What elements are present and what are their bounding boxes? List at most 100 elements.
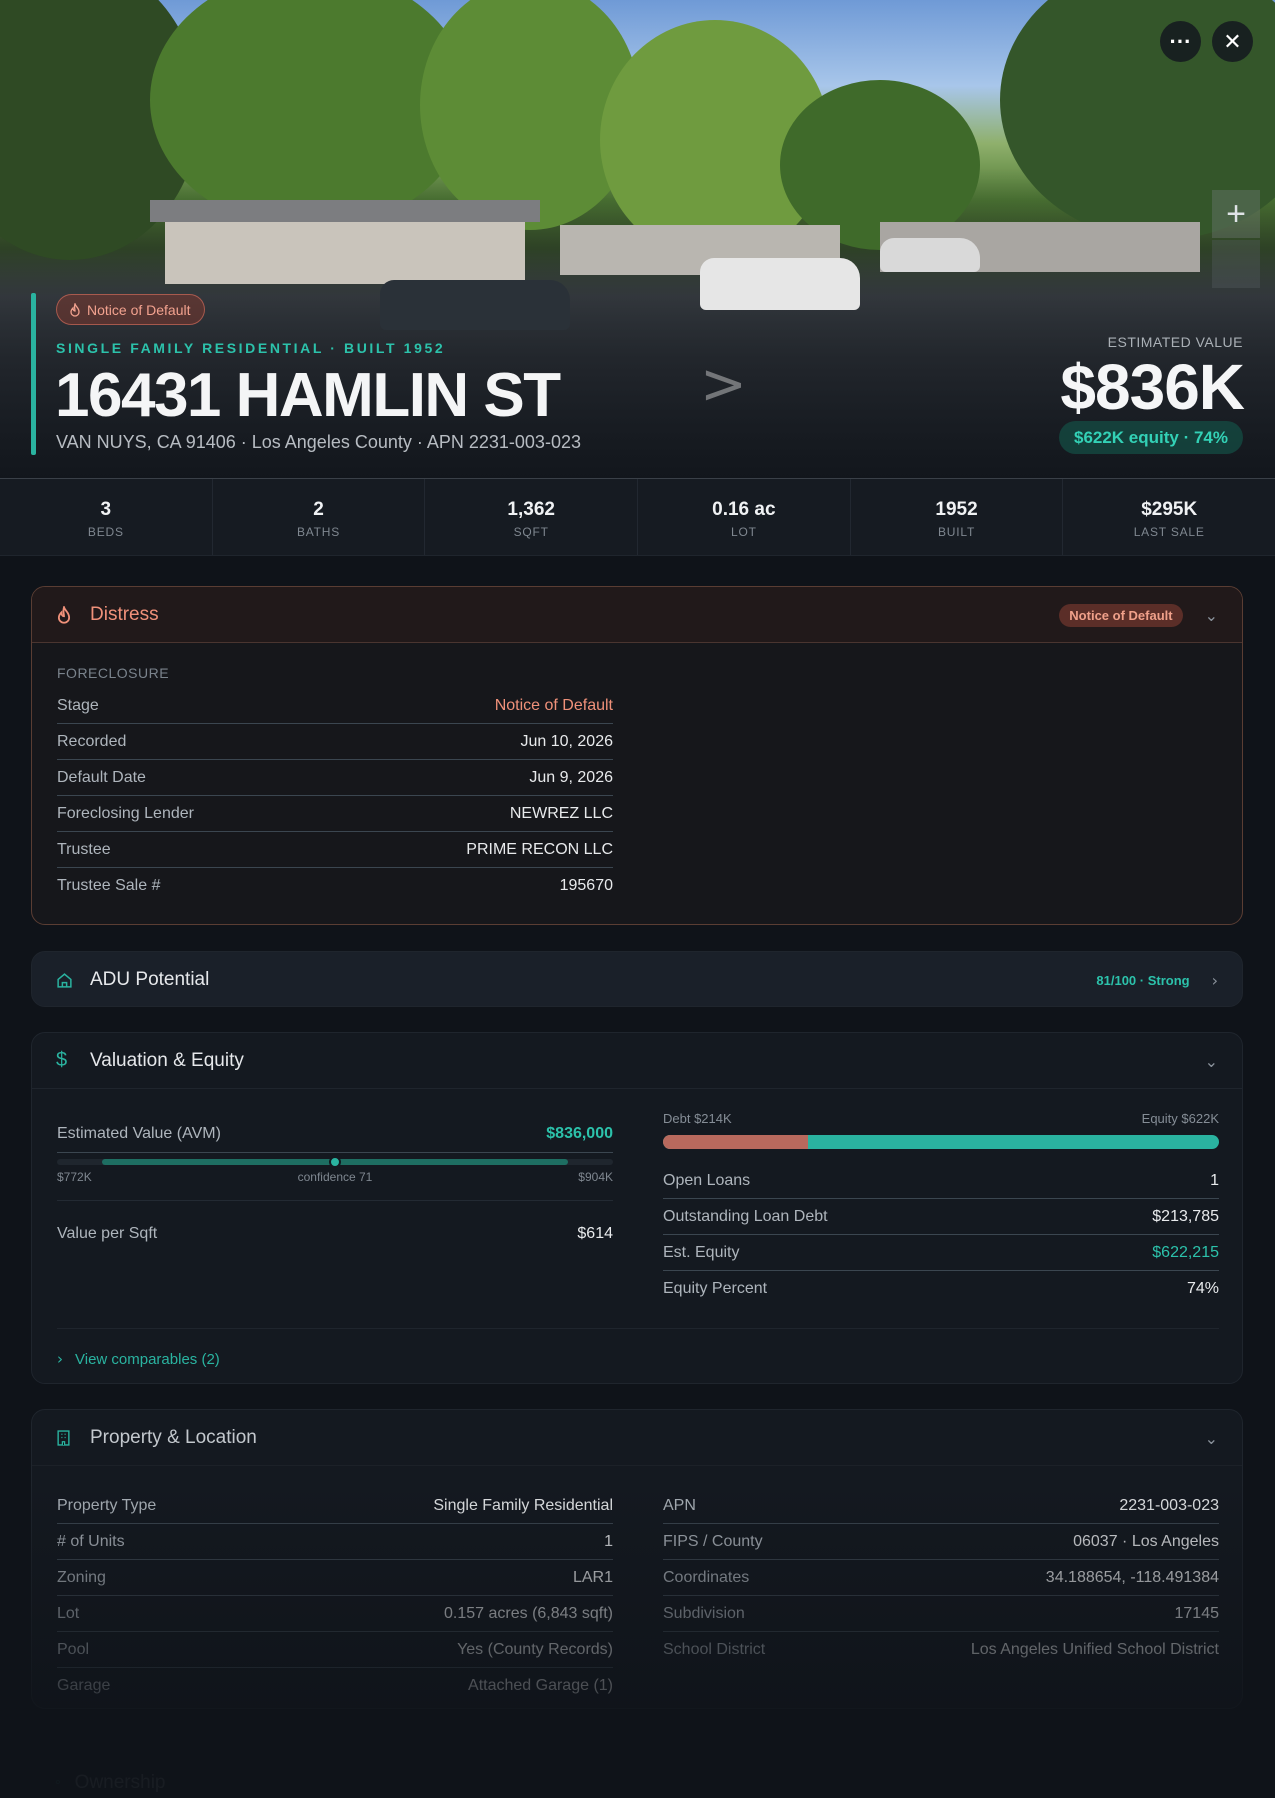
- close-button[interactable]: ✕: [1212, 21, 1253, 62]
- debt-fill: [663, 1135, 808, 1149]
- detail-row-default-date: Default Date Jun 9, 2026: [57, 760, 613, 796]
- adu-potential-card[interactable]: ADU Potential 81/100 · Strong ›: [31, 951, 1243, 1007]
- zoom-out-button[interactable]: [1212, 240, 1260, 288]
- distress-card: Distress Notice of Default ⌄ FORECLOSURE…: [31, 586, 1243, 925]
- building-icon: [56, 1429, 76, 1447]
- stat-value: 2: [313, 499, 324, 520]
- stat-value: $295K: [1141, 499, 1198, 520]
- adu-title: ADU Potential: [90, 969, 210, 990]
- avm-confidence-marker: [329, 1156, 341, 1168]
- row-key: Property Type: [57, 1496, 157, 1514]
- row-key: Stage: [57, 696, 99, 714]
- value-per-sqft-row: Value per Sqft $614: [57, 1216, 613, 1252]
- row-key: Trustee: [57, 840, 111, 858]
- prop-row-school-district: School District Los Angeles Unified Schoo…: [663, 1632, 1219, 1668]
- row-key: FIPS / County: [663, 1532, 763, 1550]
- stat-baths: 2 BATHS: [213, 479, 426, 555]
- row-key: Equity Percent: [663, 1280, 768, 1297]
- row-value: LAR1: [572, 1568, 613, 1586]
- chevron-down-icon[interactable]: ⌄: [1205, 1429, 1218, 1448]
- row-key: Pool: [57, 1640, 90, 1658]
- range-high: $904K: [578, 1170, 613, 1184]
- zoom-in-button[interactable]: +: [1212, 190, 1260, 238]
- streetview-forward-arrow-icon[interactable]: >: [700, 352, 747, 417]
- stat-built: 1952 BUILT: [851, 479, 1064, 555]
- row-value: 1: [604, 1532, 613, 1550]
- row-value: Notice of Default: [494, 696, 613, 714]
- detail-row-lender: Foreclosing Lender NEWREZ LLC: [57, 796, 613, 832]
- row-key: Trustee Sale #: [57, 877, 161, 894]
- distress-header[interactable]: Distress Notice of Default ⌄: [32, 587, 1242, 643]
- foreclosure-section-label: FORECLOSURE: [57, 665, 170, 681]
- row-value: Single Family Residential: [433, 1496, 613, 1514]
- prop-row-pool: Pool Yes (County Records): [57, 1632, 613, 1668]
- hero-streetview[interactable]: ··· ✕ + > Notice of Default SINGLE FAMIL…: [0, 0, 1275, 479]
- property-location-card: Property & Location ⌄ Property Type Singl…: [31, 1409, 1243, 1709]
- valuation-header[interactable]: $ Valuation & Equity ⌄: [32, 1033, 1242, 1089]
- home-icon: [56, 972, 76, 989]
- prop-row-apn: APN 2231-003-023: [663, 1488, 1219, 1524]
- chevron-down-icon[interactable]: ⌄: [1205, 606, 1218, 625]
- detail-row-stage: Stage Notice of Default: [57, 688, 613, 724]
- row-key: School District: [663, 1641, 766, 1658]
- stat-value: 1952: [935, 499, 978, 520]
- stat-beds: 3 BEDS: [0, 479, 213, 555]
- badge-label: Notice of Default: [87, 301, 191, 318]
- equity-label: Equity $622K: [1141, 1111, 1219, 1126]
- distress-title: Distress: [90, 603, 159, 625]
- avm-range-labels: $772K confidence 71 $904K: [57, 1170, 613, 1188]
- stat-label: LAST SALE: [1133, 525, 1205, 539]
- stat-label: BEDS: [87, 525, 124, 539]
- debt-equity-labels: Debt $214K Equity $622K: [663, 1111, 1219, 1129]
- row-value: 74%: [1186, 1280, 1219, 1297]
- stat-value: 1,362: [507, 499, 555, 520]
- stat-label: SQFT: [513, 525, 549, 539]
- row-key: # of Units: [57, 1532, 125, 1550]
- row-key: APN: [663, 1496, 696, 1514]
- row-value: Los Angeles Unified School District: [970, 1641, 1219, 1658]
- confidence-label: confidence 71: [297, 1170, 373, 1184]
- valuation-title: Valuation & Equity: [90, 1049, 244, 1071]
- row-value: 195670: [559, 877, 613, 894]
- equity-badge: $622K equity · 74%: [1058, 421, 1243, 454]
- row-key: Foreclosing Lender: [57, 804, 194, 822]
- prop-row-units: # of Units 1: [57, 1524, 613, 1560]
- ownership-title: Ownership: [74, 1772, 166, 1793]
- row-value: 17145: [1174, 1604, 1220, 1622]
- more-options-button[interactable]: ···: [1160, 21, 1201, 62]
- stat-label: LOT: [730, 525, 757, 539]
- prop-row-zoning: Zoning LAR1: [57, 1560, 613, 1596]
- row-value: Jun 9, 2026: [529, 768, 613, 786]
- property-type-line: SINGLE FAMILY RESIDENTIAL · BUILT 1952: [56, 340, 446, 356]
- detail-row-recorded: Recorded Jun 10, 2026: [57, 724, 613, 760]
- estimated-value-label: ESTIMATED VALUE: [1107, 334, 1243, 350]
- notice-of-default-badge: Notice of Default: [56, 294, 205, 325]
- hero-accent-bar: [31, 293, 36, 455]
- stat-value: 0.16 ac: [712, 499, 776, 520]
- foreclosure-details: Stage Notice of Default Recorded Jun 10, 2…: [57, 688, 613, 904]
- row-value: 06037 · Los Angeles: [1073, 1532, 1219, 1550]
- property-details-right: APN 2231-003-023 FIPS / County 06037 · Los…: [663, 1488, 1219, 1668]
- ownership-section-header[interactable]: ◦ Ownership: [31, 1755, 1243, 1798]
- flame-icon: [70, 302, 80, 317]
- row-key: Est. Equity: [663, 1243, 740, 1261]
- chevron-right-icon: ›: [57, 1350, 63, 1368]
- debt-equity-bar: [663, 1135, 1219, 1149]
- row-value: 2231-003-023: [1119, 1496, 1219, 1514]
- view-comparables-link[interactable]: › View comparables (2): [57, 1350, 220, 1368]
- stat-label: BUILT: [937, 525, 976, 539]
- row-value: PRIME RECON LLC: [466, 840, 613, 858]
- row-value: $213,785: [1152, 1207, 1219, 1225]
- chevron-right-icon[interactable]: ›: [1212, 971, 1218, 990]
- prop-row-fips: FIPS / County 06037 · Los Angeles: [663, 1524, 1219, 1560]
- avm-range-track: [57, 1156, 613, 1168]
- prop-row-type: Property Type Single Family Residential: [57, 1488, 613, 1524]
- row-key: Subdivision: [663, 1604, 745, 1622]
- detail-row-trustee: Trustee PRIME RECON LLC: [57, 832, 613, 868]
- chevron-down-icon[interactable]: ⌄: [1205, 1052, 1218, 1071]
- avm-value: $836,000: [546, 1124, 613, 1142]
- flame-icon: [56, 605, 76, 624]
- prop-row-coordinates: Coordinates 34.188654, -118.491384: [663, 1560, 1219, 1596]
- row-key: Coordinates: [663, 1568, 750, 1586]
- property-header[interactable]: Property & Location ⌄: [32, 1410, 1242, 1466]
